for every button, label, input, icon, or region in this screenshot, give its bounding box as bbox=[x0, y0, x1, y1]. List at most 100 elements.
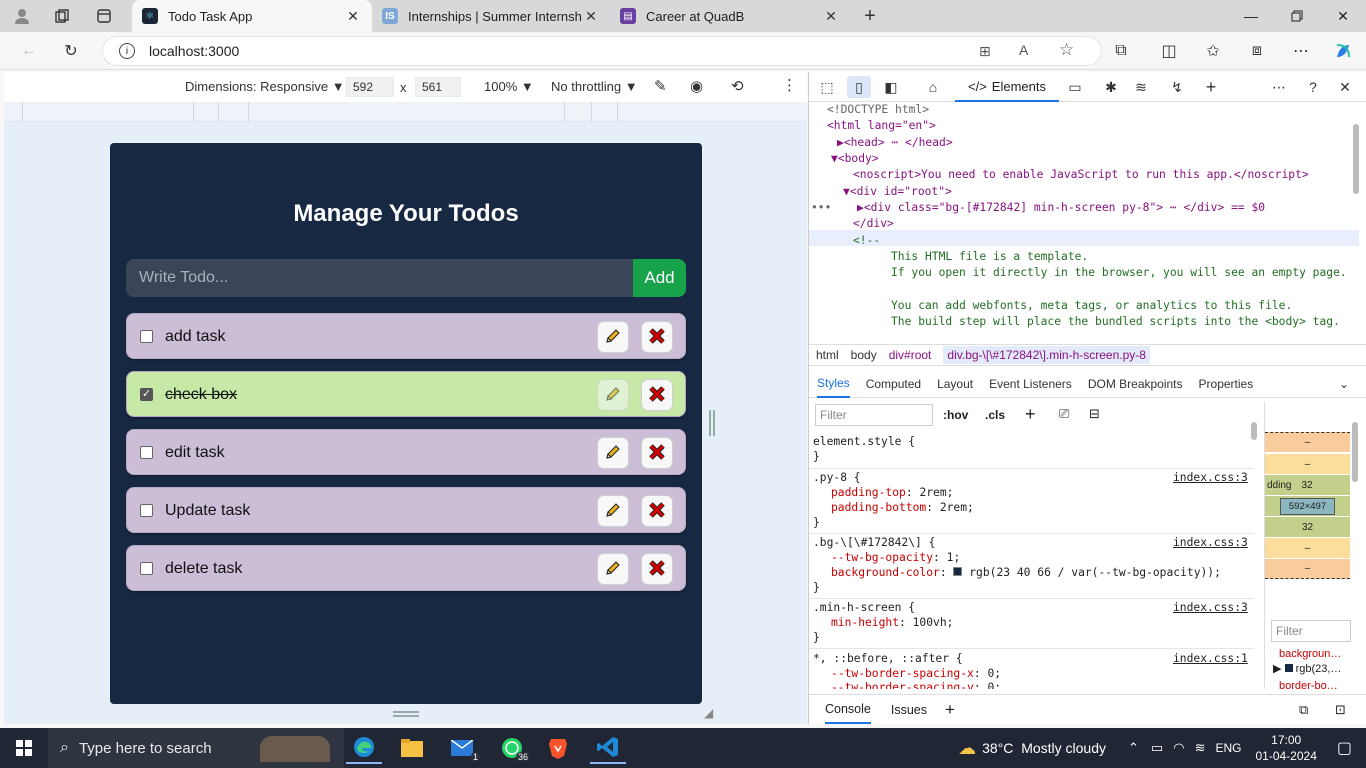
dom-line[interactable]: ▶<head> ⋯ </head> bbox=[837, 135, 953, 151]
todo-input[interactable] bbox=[126, 259, 633, 297]
drawer-close-icon[interactable]: ⊡ bbox=[1335, 702, 1346, 718]
crumb-current[interactable]: div.bg-\[\#172842\].min-h-screen.py-8 bbox=[943, 346, 1150, 364]
todo-checkbox[interactable] bbox=[140, 446, 153, 459]
dom-line[interactable]: This HTML file is a template. bbox=[891, 249, 1088, 265]
edge-icon[interactable] bbox=[346, 732, 382, 764]
minimize-icon[interactable]: — bbox=[1228, 0, 1274, 32]
sensors-icon[interactable]: ◉ bbox=[690, 77, 703, 95]
media-query-ruler[interactable] bbox=[4, 102, 807, 122]
more-tools-plus-icon[interactable]: + bbox=[1199, 76, 1223, 98]
css-declaration[interactable]: background-color: rgb(23 40 66 / var(--t… bbox=[831, 565, 1221, 580]
undock-drawer-icon[interactable]: ⧉ bbox=[1299, 702, 1308, 718]
rule-selector[interactable]: *, ::before, ::after { bbox=[813, 651, 963, 666]
crumb-html[interactable]: html bbox=[816, 348, 839, 362]
delete-button[interactable] bbox=[641, 553, 673, 585]
network-icon[interactable]: ◠ bbox=[1173, 740, 1184, 756]
window-close-icon[interactable]: ✕ bbox=[1320, 0, 1366, 32]
dom-line[interactable]: You can add webfonts, meta tags, or anal… bbox=[891, 298, 1292, 314]
crumb-body[interactable]: body bbox=[851, 348, 877, 362]
rule-selector[interactable]: .min-h-screen { bbox=[813, 600, 915, 615]
restore-icon[interactable] bbox=[1274, 0, 1320, 32]
chevron-down-icon[interactable]: ⌄ bbox=[1339, 377, 1349, 391]
dom-scrollbar[interactable] bbox=[1353, 124, 1359, 194]
padding-bottom[interactable]: 32 bbox=[1265, 517, 1350, 537]
width-input[interactable]: 592 bbox=[346, 77, 394, 97]
rule-selector[interactable]: .bg-\[\#172842\] { bbox=[813, 535, 935, 550]
dom-line[interactable]: The build step will place the bundled sc… bbox=[891, 314, 1340, 330]
dom-ellipsis-icon[interactable]: ••• bbox=[811, 200, 831, 216]
address-bar[interactable]: i localhost:3000 ⊞ A ☆ bbox=[102, 36, 1102, 66]
content-box[interactable]: 592×497 bbox=[1279, 497, 1336, 515]
add-button[interactable]: Add bbox=[633, 259, 686, 297]
back-icon[interactable]: ← bbox=[14, 37, 44, 65]
clock[interactable]: 17:00 01-04-2024 bbox=[1255, 732, 1316, 764]
weather-text[interactable]: 38°C Mostly cloudy bbox=[982, 740, 1106, 756]
dom-line[interactable]: <!-- bbox=[853, 233, 880, 249]
paint-icon[interactable]: ⎚ bbox=[1059, 406, 1069, 422]
computed-prop[interactable]: border-bo… bbox=[1279, 680, 1338, 692]
favorite-star-icon[interactable]: ☆ bbox=[1059, 40, 1074, 60]
viewport-resize-handle-bottom[interactable] bbox=[393, 711, 419, 717]
workspaces-icon[interactable] bbox=[48, 4, 76, 28]
dom-line[interactable]: <html lang="en"> bbox=[827, 118, 936, 134]
todo-checkbox[interactable] bbox=[140, 504, 153, 517]
todo-checkbox[interactable] bbox=[140, 562, 153, 575]
extensions-icon[interactable]: ⧉ bbox=[1106, 37, 1136, 65]
zoom-dropdown[interactable]: 100% ▼ bbox=[484, 79, 534, 94]
refresh-icon[interactable]: ↻ bbox=[56, 37, 86, 65]
margin-bottom[interactable]: – bbox=[1265, 559, 1350, 579]
inspect-icon[interactable]: ⬚ bbox=[815, 76, 839, 98]
console-icon[interactable]: ▭ bbox=[1063, 76, 1087, 98]
collections-icon[interactable]: ⧈ bbox=[1242, 37, 1272, 65]
dom-line[interactable]: <!DOCTYPE html> bbox=[827, 102, 929, 118]
tab-actions-icon[interactable] bbox=[90, 4, 118, 28]
favorites-icon[interactable]: ✩ bbox=[1198, 37, 1228, 65]
tab-console[interactable]: Console bbox=[825, 696, 871, 724]
tab-layout[interactable]: Layout bbox=[937, 377, 973, 391]
more-menu-icon[interactable]: ⋯ bbox=[1286, 37, 1316, 65]
tab-styles[interactable]: Styles bbox=[817, 370, 850, 398]
todo-checkbox[interactable] bbox=[140, 330, 153, 343]
rule-source-link[interactable]: index.css:3 bbox=[1173, 535, 1248, 550]
profile-icon[interactable] bbox=[8, 4, 36, 28]
delete-button[interactable] bbox=[641, 495, 673, 527]
device-toggle-icon[interactable]: ▯ bbox=[847, 76, 871, 98]
new-tab-icon[interactable]: + bbox=[856, 4, 884, 28]
throttling-dropdown[interactable]: No throttling ▼ bbox=[551, 79, 638, 94]
weather-icon[interactable]: ☁ bbox=[958, 738, 976, 759]
delete-button[interactable] bbox=[641, 437, 673, 469]
language-indicator[interactable]: ENG bbox=[1215, 741, 1241, 755]
hov-button[interactable]: :hov bbox=[943, 408, 968, 422]
selected-dom-row[interactable] bbox=[809, 230, 1359, 246]
info-icon[interactable]: i bbox=[119, 43, 135, 59]
rule-source-link[interactable]: index.css:3 bbox=[1173, 600, 1248, 615]
border-top[interactable]: – bbox=[1265, 454, 1350, 474]
delete-button[interactable] bbox=[641, 379, 673, 411]
rule-source-link[interactable]: index.css:3 bbox=[1173, 470, 1248, 485]
todo-checkbox-checked[interactable]: ✓ bbox=[140, 388, 153, 401]
dimensions-dropdown[interactable]: Dimensions: Responsive ▼ bbox=[185, 79, 345, 94]
devtools-more-icon[interactable]: ⋯ bbox=[1267, 76, 1291, 98]
eyedropper-icon[interactable]: ✎ bbox=[654, 77, 667, 95]
tab-dom-breakpoints[interactable]: DOM Breakpoints bbox=[1088, 377, 1183, 391]
viewport-resize-corner-icon[interactable]: ◢ bbox=[704, 706, 713, 720]
computed-prop-value[interactable]: ▶ rgb(23,… bbox=[1273, 662, 1341, 675]
computed-prop[interactable]: backgroun… bbox=[1279, 648, 1341, 660]
dom-line[interactable]: ▼<body> bbox=[831, 151, 879, 167]
sidebar-toggle-icon[interactable]: ⊟ bbox=[1089, 406, 1100, 422]
whatsapp-icon[interactable]: 36 bbox=[494, 732, 530, 764]
edit-button[interactable] bbox=[597, 321, 629, 353]
tray-chevron-up-icon[interactable]: ⌃ bbox=[1128, 740, 1139, 756]
wifi-icon[interactable]: ≋ bbox=[1195, 740, 1206, 756]
tab-computed[interactable]: Computed bbox=[866, 377, 921, 391]
help-icon[interactable]: ? bbox=[1301, 76, 1325, 98]
tab-career-quadb[interactable]: ▤ Career at QuadB ✕ bbox=[610, 0, 850, 32]
notification-icon[interactable]: ▢ bbox=[1337, 738, 1352, 758]
copilot-icon[interactable] bbox=[1328, 37, 1358, 65]
brave-icon[interactable] bbox=[540, 732, 576, 764]
styles-filter-input[interactable]: Filter bbox=[815, 404, 933, 426]
vscode-icon[interactable] bbox=[590, 732, 626, 764]
device-more-icon[interactable]: ⋮ bbox=[782, 76, 797, 94]
color-swatch[interactable] bbox=[953, 567, 963, 576]
split-screen-icon[interactable]: ◫ bbox=[1154, 37, 1184, 65]
